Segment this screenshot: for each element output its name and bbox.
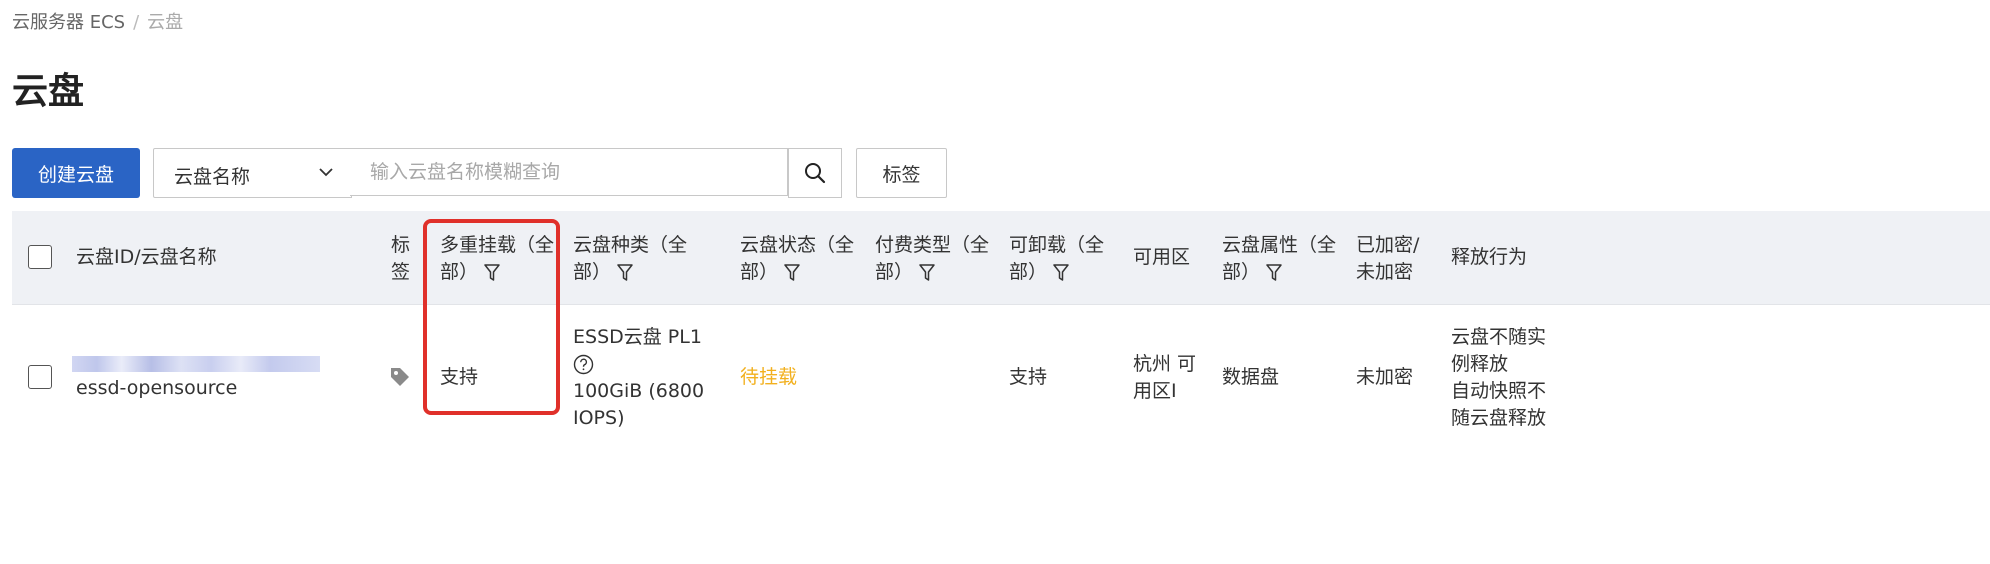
filter-icon[interactable] <box>1053 263 1069 283</box>
zone-line2: 用区I <box>1133 380 1177 402</box>
table-row: essd-opensource 支持 ESSD云盘 PL1 100GiB (68… <box>12 305 1990 445</box>
header-disk-status: 云盘状态（全 部） <box>740 232 854 286</box>
breadcrumb-parent-link[interactable]: 云服务器 ECS <box>12 12 125 33</box>
page-title: 云盘 <box>12 71 85 112</box>
header-release-behavior: 释放行为 <box>1451 246 1528 268</box>
detachable-value: 支持 <box>1009 366 1048 388</box>
table-header: 云盘ID/云盘名称 标 签 多重挂载（全 部） 云盘种类（全 部） 云盘状态（全… <box>12 211 1990 305</box>
header-disk-type-line1: 云盘种类（全 <box>573 234 688 256</box>
header-multi-attach: 多重挂载（全 部） <box>440 232 554 286</box>
header-disk-status-line1: 云盘状态（全 <box>740 234 855 256</box>
header-encryption: 已加密/ 未加密 <box>1356 232 1419 286</box>
zone-line1: 杭州 可 <box>1133 353 1197 375</box>
disk-id-redacted <box>72 356 320 372</box>
search-button[interactable] <box>788 148 842 198</box>
header-zone: 可用区 <box>1133 246 1191 268</box>
header-disk-type-line2: 部） <box>573 261 612 283</box>
disk-type-line2: 100GiB (6800 <box>573 380 705 402</box>
multi-attach-value: 支持 <box>440 366 479 388</box>
filter-icon[interactable] <box>1266 263 1282 283</box>
disk-name-link[interactable]: essd-opensource <box>76 375 237 402</box>
release-behavior-value: 云盘不随实 例释放 自动快照不 随云盘释放 <box>1451 324 1546 432</box>
header-tag: 标 签 <box>391 232 410 286</box>
tag-filter-button[interactable]: 标签 <box>856 148 947 198</box>
release-line3: 自动快照不 <box>1451 380 1547 402</box>
filter-icon[interactable] <box>617 263 633 283</box>
header-billing-type-line1: 付费类型（全 <box>875 234 990 256</box>
header-billing-type-line2: 部） <box>875 261 914 283</box>
disk-type-line1: ESSD云盘 PL1 <box>573 326 702 348</box>
status-badge: 待挂载 <box>740 366 798 388</box>
disk-type-line3: IOPS) <box>573 407 625 429</box>
zone-value: 杭州 可 用区I <box>1133 351 1196 405</box>
create-disk-button[interactable]: 创建云盘 <box>12 148 140 198</box>
release-line4: 随云盘释放 <box>1451 407 1547 429</box>
header-detachable: 可卸载（全 部） <box>1009 232 1104 286</box>
header-billing-type: 付费类型（全 部） <box>875 232 989 286</box>
search-field-select[interactable]: 云盘名称 <box>153 148 352 198</box>
breadcrumb: 云服务器 ECS / 云盘 <box>12 8 183 34</box>
disk-type-value: ESSD云盘 PL1 100GiB (6800 IOPS) <box>573 324 704 432</box>
header-disk-attribute: 云盘属性（全 部） <box>1222 232 1336 286</box>
disk-attribute-value: 数据盘 <box>1222 366 1280 388</box>
header-tag-line1: 标 <box>391 234 411 256</box>
header-disk-attribute-line2: 部） <box>1222 261 1261 283</box>
breadcrumb-separator: / <box>133 12 140 33</box>
help-circle-icon[interactable] <box>573 354 594 375</box>
encryption-value: 未加密 <box>1356 366 1414 388</box>
filter-icon[interactable] <box>484 263 500 283</box>
breadcrumb-current: 云盘 <box>147 12 184 33</box>
header-multi-attach-line2: 部） <box>440 261 479 283</box>
header-disk-status-line2: 部） <box>740 261 779 283</box>
release-line2: 例释放 <box>1451 353 1509 375</box>
header-disk-attribute-line1: 云盘属性（全 <box>1222 234 1337 256</box>
header-multi-attach-line1: 多重挂载（全 <box>440 234 555 256</box>
chevron-down-icon <box>319 168 333 177</box>
select-all-checkbox[interactable] <box>28 245 52 269</box>
search-input[interactable] <box>350 148 788 196</box>
tag-icon[interactable] <box>389 366 411 388</box>
search-icon <box>805 163 826 184</box>
row-checkbox[interactable] <box>28 365 52 389</box>
search-field-select-value: 云盘名称 <box>174 166 251 188</box>
header-detachable-line2: 部） <box>1009 261 1048 283</box>
release-line1: 云盘不随实 <box>1451 326 1547 348</box>
header-encryption-line1: 已加密/ <box>1356 234 1420 256</box>
filter-icon[interactable] <box>919 263 935 283</box>
header-detachable-line1: 可卸载（全 <box>1009 234 1105 256</box>
header-disk-name: 云盘ID/云盘名称 <box>76 246 217 268</box>
header-disk-type: 云盘种类（全 部） <box>573 232 687 286</box>
header-tag-line2: 签 <box>391 261 411 283</box>
filter-icon[interactable] <box>784 263 800 283</box>
header-encryption-line2: 未加密 <box>1356 261 1414 283</box>
